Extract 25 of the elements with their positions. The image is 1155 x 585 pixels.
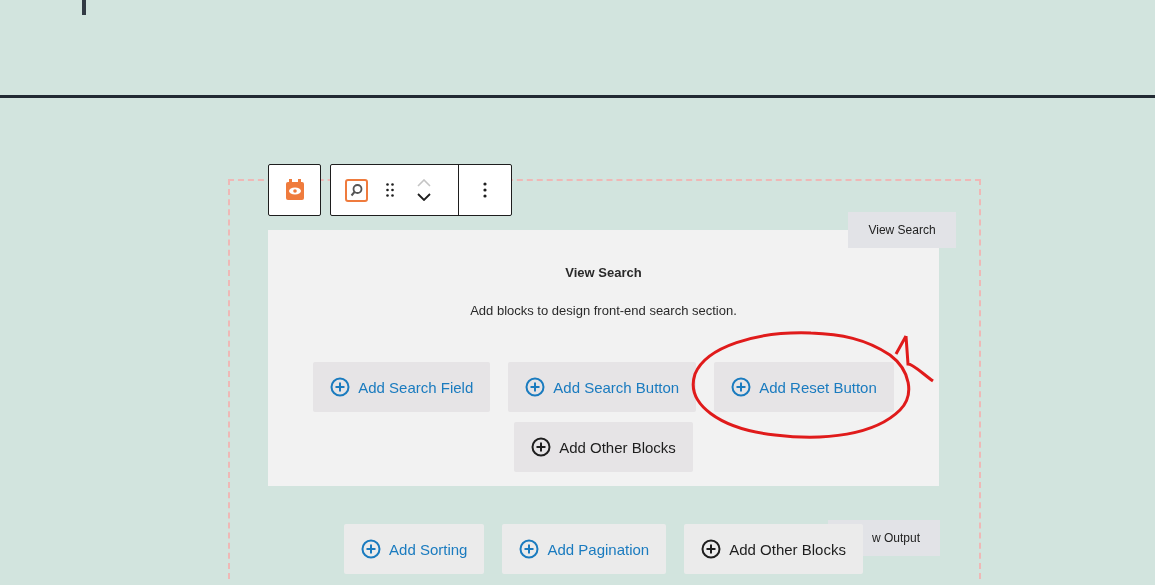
view-search-label: View Search: [848, 212, 956, 248]
chevron-up-icon: [417, 179, 431, 187]
move-down-button[interactable]: [417, 193, 431, 201]
text-cursor: [82, 0, 86, 15]
add-block-button[interactable]: Add Other Blocks: [514, 422, 693, 472]
calendar-eye-icon: [284, 179, 305, 201]
drag-icon: [386, 183, 394, 197]
add-block-button[interactable]: Add Search Field: [313, 362, 491, 412]
add-block-button[interactable]: Add Sorting: [344, 524, 485, 574]
chevron-down-icon: [417, 193, 431, 201]
plus-icon: [330, 377, 351, 397]
add-block-button[interactable]: Add Pagination: [502, 524, 667, 574]
plus-icon: [361, 539, 382, 559]
add-block-button[interactable]: Add Other Blocks: [684, 524, 863, 574]
plus-icon: [731, 377, 752, 397]
plus-icon: [531, 437, 552, 457]
more-options-icon: [483, 182, 487, 198]
search-icon: [344, 178, 368, 202]
panel-title: View Search: [565, 265, 642, 280]
plus-icon: [701, 539, 722, 559]
panel-description: Add blocks to design front-end search section.: [470, 303, 737, 318]
plus-icon: [519, 539, 540, 559]
add-block-button[interactable]: Add Search Button: [508, 362, 697, 412]
add-block-button[interactable]: Add Reset Button: [714, 362, 894, 412]
plus-icon: [525, 377, 546, 397]
